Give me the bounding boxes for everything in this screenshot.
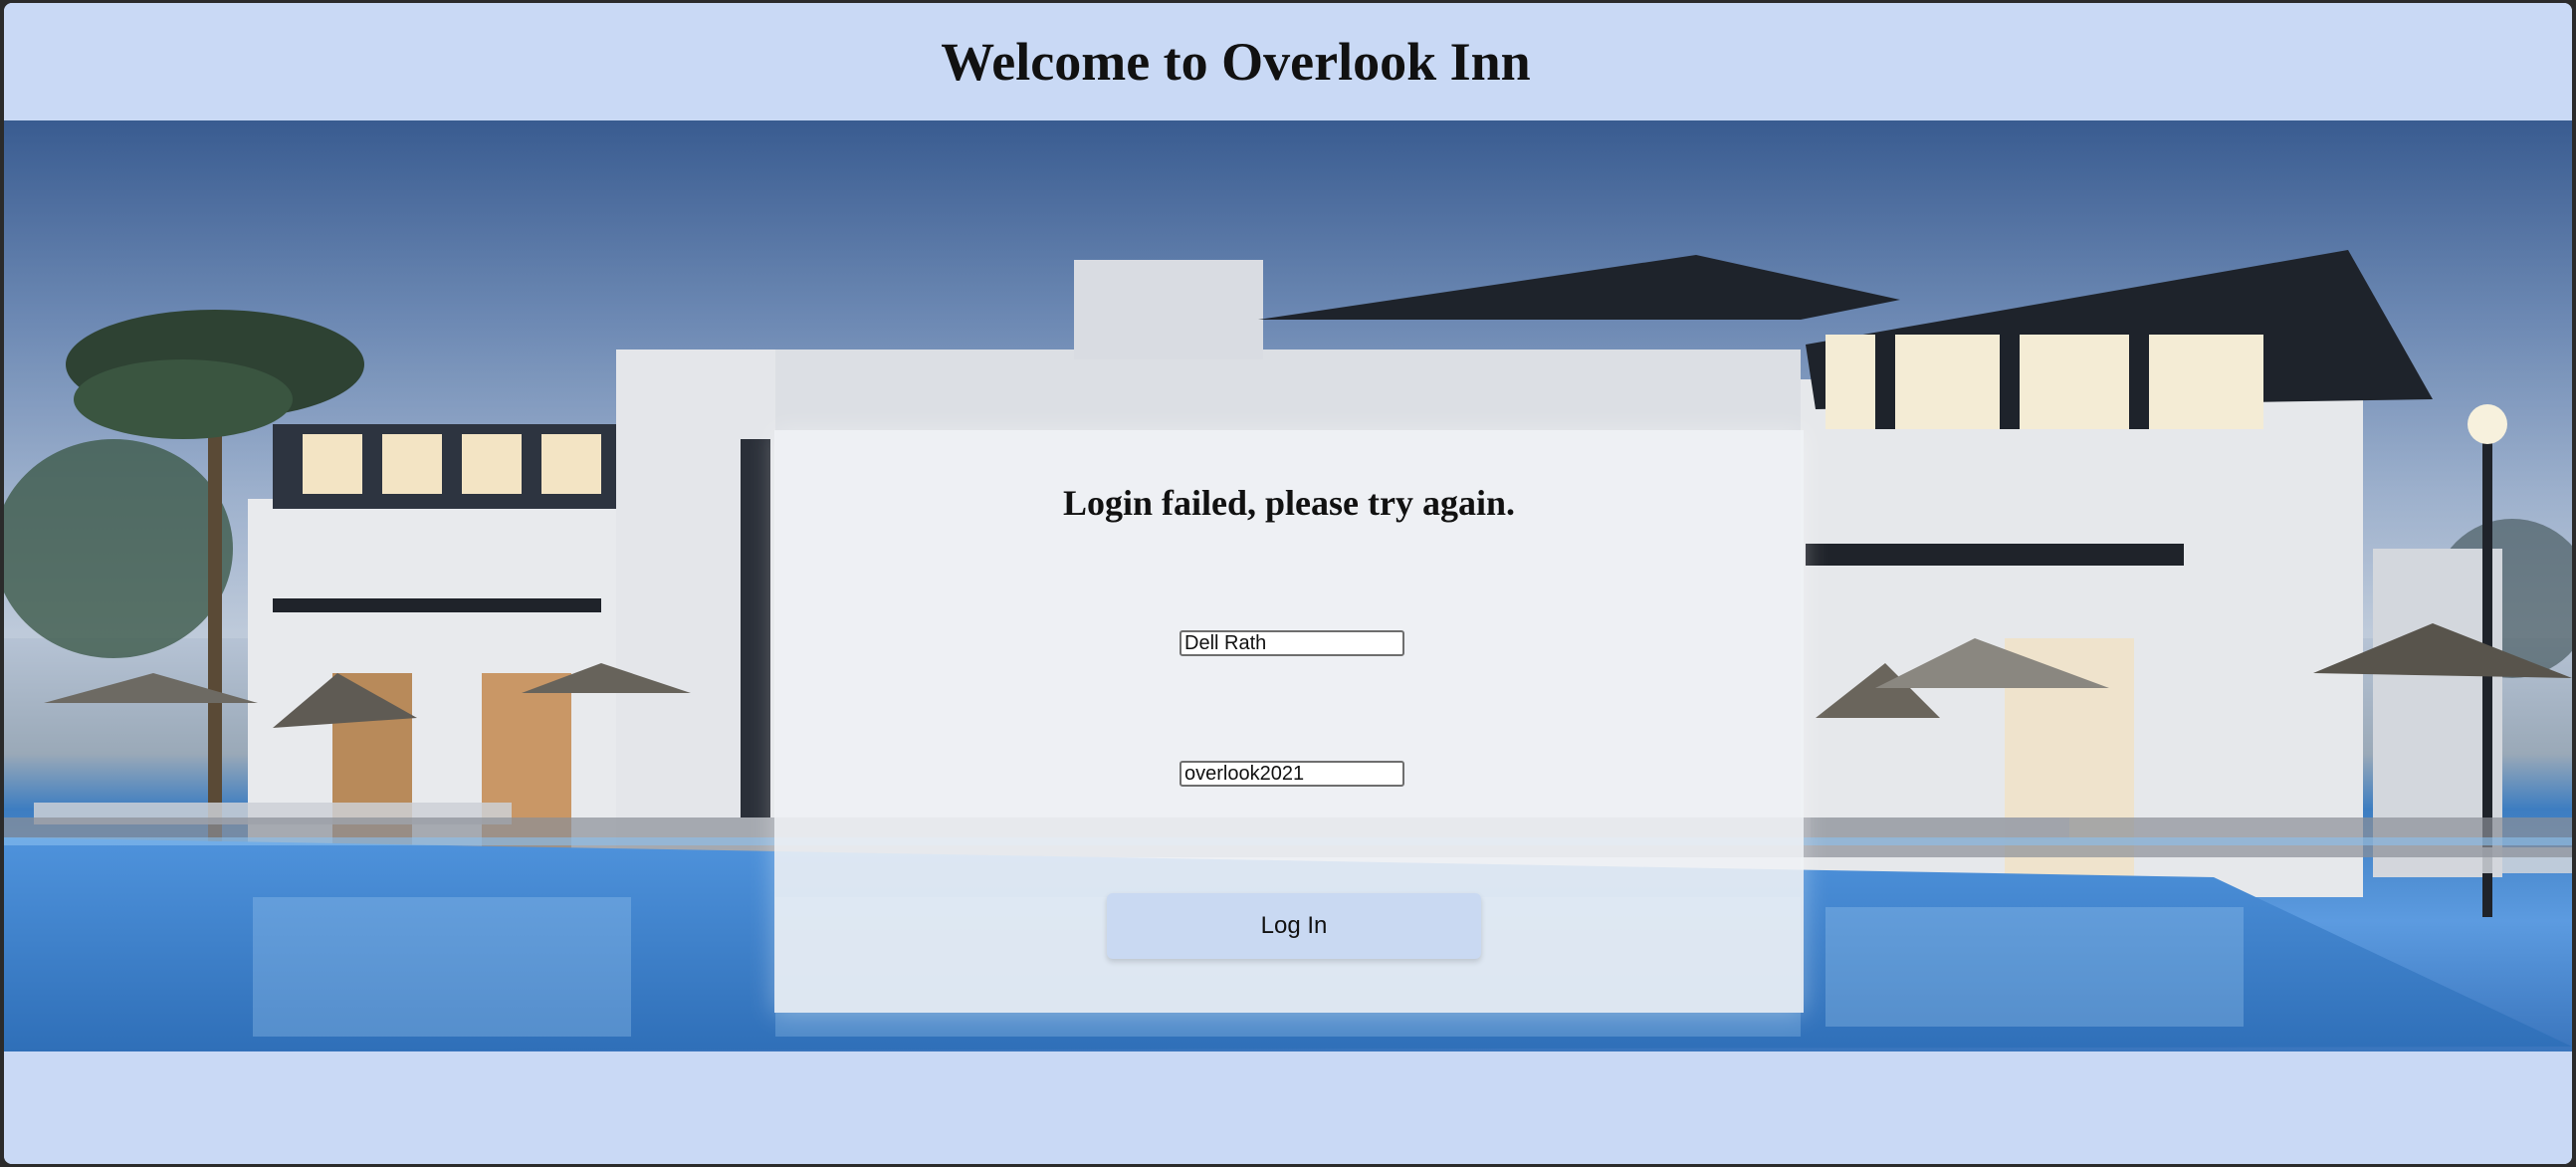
login-error-message: Login failed, please try again. — [1062, 483, 1515, 523]
username-input[interactable] — [1180, 630, 1404, 656]
log-in-button[interactable]: Log In — [1107, 893, 1481, 959]
password-input[interactable] — [1180, 761, 1404, 787]
site-footer — [4, 1051, 2572, 1164]
browser-window: Welcome to Overlook Inn Login failed, pl… — [4, 3, 2572, 1164]
login-form: Login failed, please try again. Log In — [774, 430, 1804, 1013]
hotel-hero-image: Login failed, please try again. Log In — [4, 120, 2572, 1051]
site-header: Welcome to Overlook Inn — [4, 3, 2572, 122]
page-title: Welcome to Overlook Inn — [941, 32, 1531, 92]
